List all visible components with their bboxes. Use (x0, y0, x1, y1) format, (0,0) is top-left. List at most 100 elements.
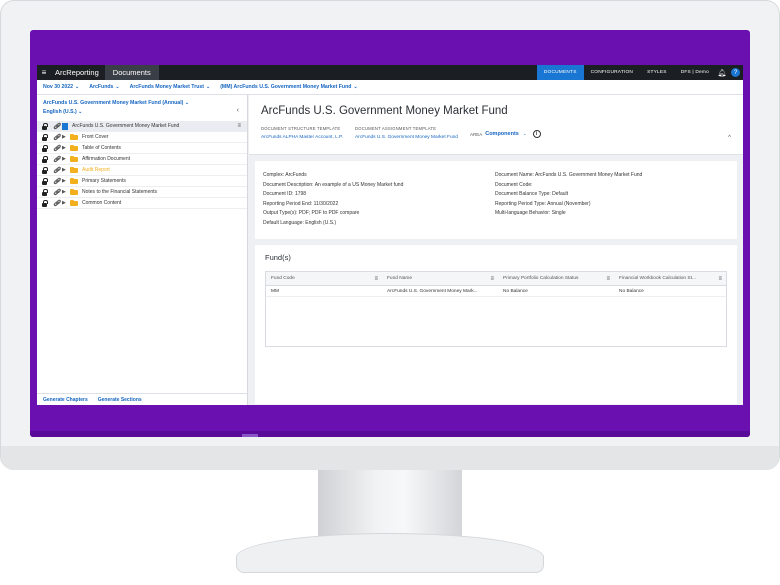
document-title-dropdown[interactable]: ArcFunds U.S. Government Money Market Fu… (43, 99, 241, 108)
lock-icon[interactable] (42, 177, 48, 185)
menu-icon[interactable]: ≡ (37, 65, 51, 80)
chevron-up-icon[interactable]: ^ (728, 135, 731, 141)
app-brand[interactable]: ArcReporting (55, 68, 99, 77)
document-icon (62, 122, 68, 130)
collapse-panel-icon[interactable]: ‹ (237, 107, 239, 114)
folder-icon (70, 188, 78, 195)
structure-template-link[interactable]: ArcFunds ALPHA Master Account, L.P. (261, 135, 343, 140)
help-icon[interactable]: ? (731, 68, 740, 77)
tree-item-label: Notes to the Financial Statements (82, 189, 158, 195)
column-menu-icon[interactable]: ≡ (606, 276, 610, 282)
lock-icon[interactable] (42, 155, 48, 163)
nav-tab-documents[interactable]: DOCUMENTS (536, 65, 584, 80)
column-header[interactable]: Financial Workbook Calculation St... ≡ (614, 272, 726, 285)
table-cell: No Balance (503, 288, 528, 294)
tree-item[interactable]: 🔗︎ ▶ Primary Statements (37, 176, 247, 187)
filter-date[interactable]: Nov 30 2022 ⌄ (43, 84, 79, 90)
monitor-chin (1, 446, 779, 470)
tree-root-row[interactable]: 🔗︎ ArcFunds U.S. Government Money Market… (37, 121, 247, 132)
tree-item-label: Common Content (82, 200, 122, 206)
column-header[interactable]: Fund Name ≡ (382, 272, 498, 285)
tree-item[interactable]: 🔗︎ ▶ Table of Contents (37, 143, 247, 154)
detail-field: Document ID: 1798 (263, 191, 307, 197)
column-header-label: Financial Workbook Calculation St... (619, 276, 696, 281)
lock-icon[interactable] (42, 144, 48, 152)
generate-sections-link[interactable]: Generate Sections (98, 397, 142, 403)
table-row[interactable]: MM ArcFunds U.S. Government Money Mark...… (266, 286, 726, 297)
filter-fund[interactable]: (MM) ArcFunds U.S. Government Money Mark… (220, 84, 357, 90)
area-selector[interactable]: AREA Components ⌄ i (470, 128, 541, 140)
monitor-screen: ≡ ArcReporting Documents DOCUMENTS CONFI… (30, 30, 750, 437)
folder-icon (70, 133, 78, 140)
column-header[interactable]: Fund Code ≡ (266, 272, 382, 285)
chevron-down-icon: ⌄ (206, 84, 211, 90)
tree-item[interactable]: 🔗︎ ▶ Common Content (37, 198, 247, 209)
link-icon[interactable]: 🔗︎ (53, 178, 62, 185)
tree-root-label: ArcFunds U.S. Government Money Market Fu… (72, 123, 180, 129)
chevron-down-icon: ⌄ (522, 131, 527, 136)
lock-icon[interactable] (42, 133, 48, 141)
lock-icon[interactable] (42, 166, 48, 174)
column-header[interactable]: Primary Portfolio Calculation Status ≡ (498, 272, 614, 285)
table-cell: No Balance (619, 288, 644, 294)
expand-arrow-icon[interactable]: ▶ (62, 200, 70, 206)
structure-template-label: DOCUMENT STRUCTURE TEMPLATE (261, 126, 341, 131)
nav-tab-user[interactable]: DFS | Demo (674, 65, 716, 80)
expand-arrow-icon[interactable]: ▶ (62, 156, 70, 162)
tree-item[interactable]: 🔗︎ ▶ Notes to the Financial Statements (37, 187, 247, 198)
filter-complex[interactable]: ArcFunds ⌄ (89, 84, 119, 90)
lock-icon[interactable] (42, 199, 48, 207)
lock-icon[interactable] (42, 188, 48, 196)
assignment-template-link[interactable]: ArcFunds U.S. Government Money Market Fu… (355, 135, 458, 140)
detail-field: Default Language: English (U.S.) (263, 219, 337, 226)
nav-tab-styles[interactable]: STYLES (640, 65, 674, 80)
link-icon[interactable]: 🔗︎ (53, 167, 62, 174)
folder-icon (70, 177, 78, 184)
info-icon[interactable]: i (532, 130, 541, 138)
expand-arrow-icon[interactable]: ▶ (62, 178, 70, 184)
column-menu-icon[interactable]: ≡ (237, 123, 241, 129)
expand-arrow-icon[interactable]: ▶ (62, 189, 70, 195)
lock-icon[interactable] (42, 122, 48, 130)
area-label: AREA (469, 131, 483, 137)
filter-bar: Nov 30 2022 ⌄ ArcFunds ⌄ ArcFunds Money Ma… (37, 80, 743, 95)
column-header-label: Fund Name (387, 276, 413, 281)
table-cell: MM (271, 288, 279, 294)
column-menu-icon[interactable]: ≡ (718, 276, 722, 282)
detail-field: Multi-language Behavior: Single (495, 210, 566, 216)
column-menu-icon[interactable]: ≡ (490, 276, 494, 282)
section-tab[interactable]: Documents (104, 65, 159, 80)
details-right-column: Document Name: ArcFunds U.S. Government … (495, 171, 729, 229)
monitor-stand-neck (318, 470, 462, 538)
link-icon[interactable]: 🔗︎ (53, 123, 62, 130)
expand-arrow-icon[interactable]: ▶ (62, 167, 70, 173)
expand-arrow-icon[interactable]: ▶ (62, 145, 70, 151)
page-title: ArcFunds U.S. Government Money Market Fu… (261, 105, 508, 117)
detail-field: Document Name: ArcFunds U.S. Government … (495, 172, 643, 178)
link-icon[interactable]: 🔗︎ (53, 156, 62, 163)
tree-item-label: Primary Statements (82, 178, 126, 184)
chevron-down-icon: ⌄ (115, 84, 120, 90)
generate-chapters-link[interactable]: Generate Chapters (43, 397, 88, 403)
link-icon[interactable]: 🔗︎ (53, 189, 62, 196)
nav-tab-configuration[interactable]: CONFIGURATION (584, 65, 640, 80)
tree-item[interactable]: 🔗︎ ▶ Affirmation Document (37, 154, 247, 165)
folder-icon (70, 199, 78, 206)
expand-arrow-icon[interactable]: ▶ (62, 134, 70, 140)
tree-item[interactable]: 🔗︎ ▶ Front Cover (37, 132, 247, 143)
link-icon[interactable]: 🔗︎ (53, 134, 62, 141)
link-icon[interactable]: 🔗︎ (53, 145, 62, 152)
tree-items: 🔗︎ ▶ Front Cover 🔗︎ ▶ Table of Contents 🔗︎ ▶ Aff… (37, 132, 247, 209)
tree-item[interactable]: 🔗︎ ▶ Audit Report (37, 165, 247, 176)
folder-icon (70, 144, 78, 151)
bell-icon[interactable]: 🔔︎ (716, 69, 728, 77)
column-menu-icon[interactable]: ≡ (374, 276, 378, 282)
detail-field: Document Description: An example of a US… (263, 181, 404, 188)
link-icon[interactable]: 🔗︎ (53, 200, 62, 207)
monitor-scene: ≡ ArcReporting Documents DOCUMENTS CONFI… (0, 0, 780, 585)
app-window: ≡ ArcReporting Documents DOCUMENTS CONFI… (37, 65, 743, 405)
language-dropdown[interactable]: English (U.S.) ⌄ (43, 108, 241, 117)
assignment-template-label: DOCUMENT ASSIGNMENT TEMPLATE (355, 126, 437, 131)
folder-icon (70, 155, 78, 162)
filter-trust[interactable]: ArcFunds Money Market Trust ⌄ (130, 84, 211, 90)
